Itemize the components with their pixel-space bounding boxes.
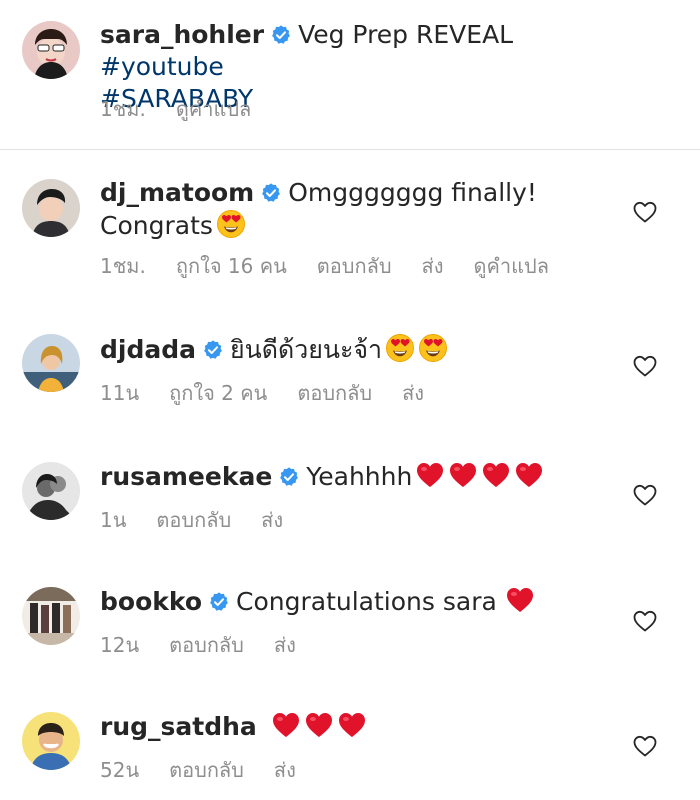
- avatar[interactable]: [22, 712, 80, 770]
- send-button[interactable]: ส่ง: [274, 758, 296, 782]
- red-heart-emoji: [271, 710, 301, 740]
- heart-eyes-emoji: [216, 209, 246, 239]
- verified-badge-icon: [260, 182, 282, 204]
- caption-username[interactable]: sara_hohler: [100, 20, 264, 49]
- red-heart-emoji: [505, 585, 535, 615]
- verified-badge-icon: [208, 591, 230, 613]
- comment-username[interactable]: dj_matoom: [100, 178, 254, 207]
- comment-item: dj_matoom Omggggggg finally! Congrats 1ชม…: [0, 175, 700, 295]
- red-heart-emoji: [304, 710, 334, 740]
- comment-meta: 11น ถูกใจ 2 คน ตอบกลับ ส่ง: [100, 380, 454, 406]
- avatar-image: [22, 21, 80, 79]
- heart-eyes-emoji: [418, 333, 448, 363]
- comment-body-line2: Congrats: [100, 211, 213, 240]
- red-heart-emoji: [481, 460, 511, 490]
- see-translation-button[interactable]: ดูคำแปล: [176, 97, 251, 121]
- heart-outline-icon: [632, 734, 658, 758]
- avatar[interactable]: [22, 21, 80, 79]
- send-button[interactable]: ส่ง: [402, 381, 424, 405]
- reply-button[interactable]: ตอบกลับ: [169, 633, 244, 657]
- like-button[interactable]: [632, 483, 658, 507]
- verified-badge-icon: [270, 24, 292, 46]
- avatar-image: [22, 587, 80, 645]
- timestamp: 1น: [100, 508, 127, 532]
- timestamp: 52น: [100, 758, 140, 782]
- avatar[interactable]: [22, 587, 80, 645]
- avatar-image: [22, 179, 80, 237]
- caption-meta: 1ชม. ดูคำแปล: [100, 96, 281, 122]
- caption-body: Veg Prep REVEAL: [298, 20, 514, 49]
- verified-badge-icon: [202, 339, 224, 361]
- red-heart-emoji: [415, 460, 445, 490]
- send-button[interactable]: ส่ง: [274, 633, 296, 657]
- comment-item: rug_satdha 52น ตอบกลับ ส่ง: [0, 710, 700, 790]
- hashtag-link[interactable]: #youtube: [100, 52, 224, 81]
- comment-item: djdada ยินดีด้วยนะจ้า 11น ถูกใจ 2 คน ตอบกลั…: [0, 330, 700, 420]
- avatar[interactable]: [22, 334, 80, 392]
- comment-text: bookko Congratulations sara: [100, 585, 620, 618]
- like-button[interactable]: [632, 200, 658, 224]
- avatar[interactable]: [22, 179, 80, 237]
- heart-eyes-emoji: [385, 333, 415, 363]
- likes-count-button[interactable]: ถูกใจ 16 คน: [176, 254, 287, 278]
- comment-text: rusameekae Yeahhhh: [100, 460, 620, 493]
- divider: [0, 149, 700, 150]
- timestamp: 1ชม.: [100, 254, 146, 278]
- red-heart-emoji: [448, 460, 478, 490]
- timestamp: 1ชม.: [100, 97, 146, 121]
- like-button[interactable]: [632, 609, 658, 633]
- comment-item: rusameekae Yeahhhh 1น ตอบกลับ ส่ง: [0, 460, 700, 540]
- send-button[interactable]: ส่ง: [422, 254, 444, 278]
- heart-outline-icon: [632, 200, 658, 224]
- comment-username[interactable]: rug_satdha: [100, 712, 257, 741]
- comment-meta: 52น ตอบกลับ ส่ง: [100, 757, 326, 783]
- avatar-image: [22, 712, 80, 770]
- comment-body: Omggggggg finally!: [288, 178, 537, 207]
- comment-body: Congratulations sara: [236, 587, 497, 616]
- comment-text: dj_matoom Omggggggg finally! Congrats: [100, 177, 620, 242]
- comment-meta: 1น ตอบกลับ ส่ง: [100, 507, 313, 533]
- comment-meta: 12น ตอบกลับ ส่ง: [100, 632, 326, 658]
- reply-button[interactable]: ตอบกลับ: [169, 758, 244, 782]
- comment-item: bookko Congratulations sara 12น ตอบกลับ ส่ง: [0, 585, 700, 665]
- comment-username[interactable]: bookko: [100, 587, 202, 616]
- timestamp: 12น: [100, 633, 140, 657]
- comment-meta: 1ชม. ถูกใจ 16 คน ตอบกลับ ส่ง ดูคำแปล: [100, 253, 579, 279]
- reply-button[interactable]: ตอบกลับ: [297, 381, 372, 405]
- avatar-image: [22, 334, 80, 392]
- comment-body: Yeahhhh: [306, 462, 413, 491]
- reply-button[interactable]: ตอบกลับ: [317, 254, 392, 278]
- comment-username[interactable]: djdada: [100, 335, 196, 364]
- heart-outline-icon: [632, 354, 658, 378]
- red-heart-emoji: [337, 710, 367, 740]
- avatar[interactable]: [22, 462, 80, 520]
- reply-button[interactable]: ตอบกลับ: [156, 508, 231, 532]
- comment-body: ยินดีด้วยนะจ้า: [230, 335, 383, 364]
- comment-text: djdada ยินดีด้วยนะจ้า: [100, 333, 620, 366]
- avatar-image: [22, 462, 80, 520]
- comment-text: rug_satdha: [100, 710, 620, 743]
- comment-username[interactable]: rusameekae: [100, 462, 272, 491]
- verified-badge-icon: [278, 466, 300, 488]
- send-button[interactable]: ส่ง: [261, 508, 283, 532]
- post-caption: sara_hohler Veg Prep REVEAL #youtube #SAR…: [0, 0, 700, 150]
- heart-outline-icon: [632, 609, 658, 633]
- likes-count-button[interactable]: ถูกใจ 2 คน: [169, 381, 267, 405]
- heart-outline-icon: [632, 483, 658, 507]
- red-heart-emoji: [514, 460, 544, 490]
- like-button[interactable]: [632, 354, 658, 378]
- timestamp: 11น: [100, 381, 140, 405]
- see-translation-button[interactable]: ดูคำแปล: [474, 254, 549, 278]
- like-button[interactable]: [632, 734, 658, 758]
